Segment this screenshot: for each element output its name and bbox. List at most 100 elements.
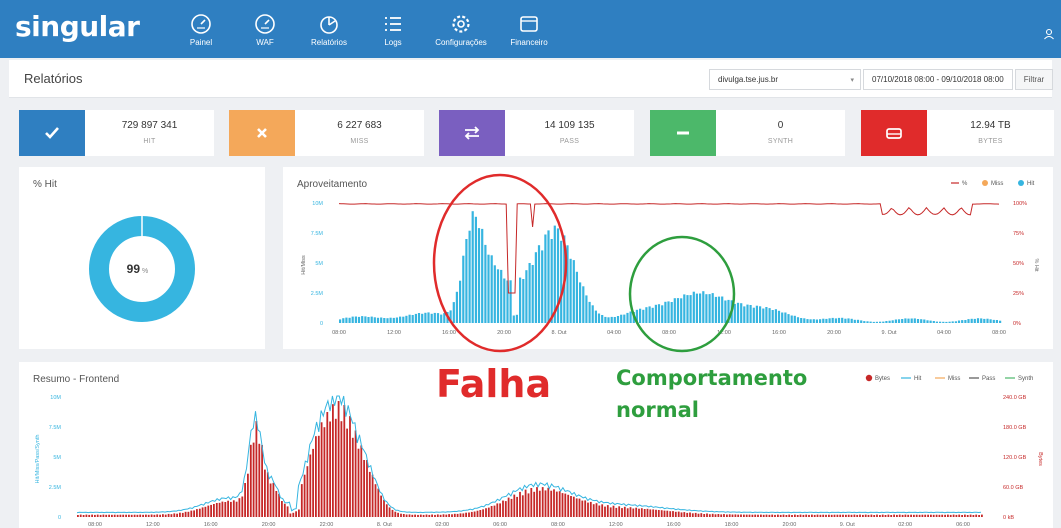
normal-annotation: Comportamento normal xyxy=(616,366,808,422)
bytes-bar xyxy=(153,514,156,517)
bytes-bar xyxy=(578,498,581,517)
hit-bar xyxy=(954,321,957,323)
bytes-bar xyxy=(366,460,368,517)
legend-label: Hit xyxy=(914,376,922,382)
bytes-bar xyxy=(164,514,167,517)
bytes-bar xyxy=(88,514,91,517)
bytes-bar xyxy=(836,514,839,517)
x-tick-label: 9. Out xyxy=(840,522,855,528)
hit-bar xyxy=(771,310,774,323)
bytes-bar xyxy=(768,514,771,517)
bytes-bar xyxy=(527,493,530,517)
nav-waf[interactable]: WAF xyxy=(232,13,298,47)
bytes-bar xyxy=(660,510,663,517)
bytes-bar xyxy=(85,514,88,517)
legend-label: Bytes xyxy=(875,376,890,382)
bytes-bar xyxy=(785,515,788,517)
bytes-bar xyxy=(751,514,754,517)
hit-bar xyxy=(357,316,361,323)
legend-label: Pass xyxy=(982,376,995,382)
nav-painel[interactable]: Painel xyxy=(168,13,234,47)
hit-donut-chart: 99 % xyxy=(89,216,195,322)
hit-bar xyxy=(405,315,408,323)
hit-bar xyxy=(616,316,620,323)
bytes-bar xyxy=(674,511,677,517)
bytes-bar xyxy=(357,448,360,517)
user-icon[interactable] xyxy=(1043,28,1055,40)
bytes-bar xyxy=(621,508,623,517)
bytes-bar xyxy=(734,514,737,517)
bytes-bar xyxy=(524,489,527,517)
kpi-icon-box xyxy=(861,110,927,156)
bytes-bar xyxy=(181,512,184,517)
hit-bar xyxy=(383,318,386,323)
hit-bar xyxy=(888,320,891,323)
bytes-bar xyxy=(204,506,207,517)
hit-bar xyxy=(923,319,926,323)
filter-button[interactable]: Filtrar xyxy=(1015,69,1053,90)
bytes-bar xyxy=(907,514,910,517)
x-tick-label: 20:00 xyxy=(827,330,841,336)
kpi-value: 14 109 135 xyxy=(544,120,595,131)
bytes-bar xyxy=(300,484,303,517)
nav-financeiro[interactable]: Financeiro xyxy=(496,13,562,47)
bytes-bar xyxy=(555,491,558,517)
bytes-bar xyxy=(99,514,102,517)
bytes-bar xyxy=(683,512,686,517)
bytes-bar xyxy=(411,514,414,517)
bytes-bar xyxy=(162,514,164,517)
bytes-bar xyxy=(346,428,348,517)
nav-configuracoes[interactable]: Configurações xyxy=(428,13,494,47)
bytes-bar xyxy=(215,503,218,517)
bytes-bar xyxy=(635,507,638,517)
nav-relatorios[interactable]: Relatórios xyxy=(296,13,362,47)
bytes-bar xyxy=(507,497,510,517)
hit-bar xyxy=(995,320,998,323)
hit-bar xyxy=(929,320,932,323)
bytes-bar xyxy=(145,514,147,517)
bytes-bar xyxy=(235,501,238,517)
bytes-bar xyxy=(847,514,850,517)
bytes-bar xyxy=(408,514,411,517)
bytes-bar xyxy=(198,508,201,517)
bytes-bar xyxy=(924,514,927,517)
bytes-bar xyxy=(434,514,436,517)
bytes-bar xyxy=(978,515,980,517)
bytes-series-bars xyxy=(77,401,983,517)
kpi-card-bytes: 12.94 TB BYTES xyxy=(861,110,1054,156)
bytes-bar xyxy=(680,512,683,517)
bytes-bar xyxy=(904,514,907,517)
hit-bar xyxy=(389,317,392,323)
bytes-bar xyxy=(910,514,912,517)
nav-logs[interactable]: Logs xyxy=(360,13,426,47)
bytes-bar xyxy=(442,514,445,517)
date-range-input[interactable]: 07/10/2018 08:00 - 09/10/2018 08:00 xyxy=(863,69,1013,90)
bytes-bar xyxy=(964,514,966,517)
bytes-bar xyxy=(575,498,578,517)
hit-bar xyxy=(970,318,973,323)
bytes-bar xyxy=(561,493,564,517)
kpi-card-miss: 6 227 683 MISS xyxy=(229,110,424,156)
bytes-bar xyxy=(867,514,870,517)
hit-bar xyxy=(932,321,935,323)
hit-bar xyxy=(380,317,383,323)
brand-logo[interactable]: singular xyxy=(15,10,140,43)
bytes-bar xyxy=(485,508,487,517)
bytes-bar xyxy=(519,491,521,517)
bytes-bar xyxy=(609,507,612,517)
hit-bar xyxy=(765,307,768,323)
hit-bar xyxy=(348,317,351,323)
bytes-bar xyxy=(482,509,484,517)
bytes-bar xyxy=(958,514,961,517)
bytes-bar xyxy=(811,514,813,517)
hit-bar xyxy=(976,318,980,323)
kpi-card-hit: 729 897 341 HIT xyxy=(19,110,214,156)
hit-bar xyxy=(812,319,815,323)
hit-bar xyxy=(828,318,831,323)
kpi-value: 0 xyxy=(777,120,784,131)
legend-label: Miss xyxy=(991,181,1003,187)
y-right-tick: 75% xyxy=(1013,231,1024,237)
bytes-bar xyxy=(708,514,711,517)
y-left-tick: 5M xyxy=(315,261,323,267)
domain-select[interactable]: divulga.tse.jus.br ▾ xyxy=(709,69,861,90)
